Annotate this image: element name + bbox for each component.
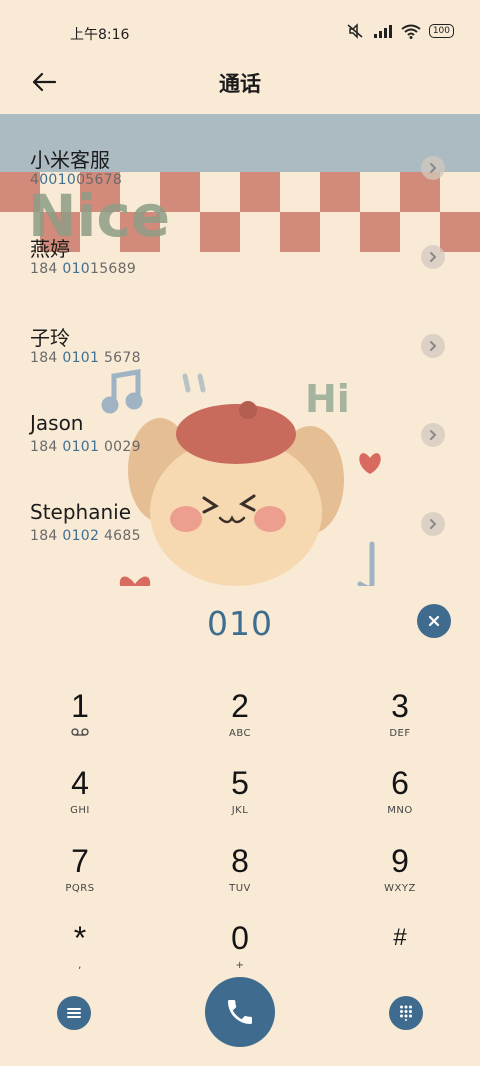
dial-input-row: 010 [0, 586, 480, 662]
contact-name: 子玲 [30, 326, 70, 350]
key-letters: , [78, 960, 82, 971]
contact-detail-button[interactable] [421, 423, 445, 447]
contact-name: 燕婷 [30, 237, 70, 261]
key-letters: GHI [70, 805, 90, 816]
key-digit: 8 [231, 843, 249, 879]
contact-list[interactable]: Nice Hi 小米客服 4001005678 燕婷 184 01015689 … [0, 114, 480, 586]
key-digit: 6 [391, 765, 409, 801]
keypad-toggle-button[interactable] [389, 996, 423, 1030]
header: 通话 [0, 62, 480, 114]
key-digit: # [393, 924, 407, 951]
key-digit: 7 [71, 843, 89, 879]
dialpad-icon [400, 1005, 412, 1021]
key-digit: * [73, 920, 87, 956]
contact-item[interactable]: 小米客服 4001005678 [0, 114, 480, 203]
status-time: 上午8:16 [70, 27, 130, 43]
chevron-right-icon [430, 519, 437, 529]
key-digit: 9 [391, 843, 409, 879]
key-6[interactable]: 6 MNO [340, 765, 460, 835]
key-8[interactable]: 8 TUV [180, 843, 300, 913]
contact-detail-button[interactable] [421, 334, 445, 358]
voicemail-icon [71, 728, 89, 736]
contact-item[interactable]: Stephanie 184 0102 4685 [0, 470, 480, 559]
key-digit: 1 [71, 688, 89, 724]
contact-number: 184 0101 5678 [30, 350, 141, 366]
contact-number: 184 01015689 [30, 261, 137, 277]
status-bar: 上午8:16 100 [0, 0, 480, 62]
contact-detail-button[interactable] [421, 156, 445, 180]
key-5[interactable]: 5 JKL [180, 765, 300, 835]
key-letters: ABC [228, 728, 251, 739]
mute-icon [347, 23, 363, 39]
menu-icon [67, 1008, 81, 1018]
contact-name: 小米客服 [30, 148, 110, 172]
key-digit: 5 [231, 765, 249, 801]
key-7[interactable]: 7 PQRS [20, 843, 140, 913]
dialed-number[interactable]: 010 [0, 604, 480, 643]
menu-button[interactable] [57, 996, 91, 1030]
key-digit: 4 [71, 765, 89, 801]
contact-number: 184 0101 0029 [30, 439, 141, 455]
contact-item[interactable]: Jason 184 0101 0029 [0, 381, 480, 470]
phone-icon [228, 1000, 252, 1024]
contact-item[interactable]: 燕婷 184 01015689 [0, 203, 480, 292]
key-1[interactable]: 1 [20, 688, 140, 758]
clear-button[interactable] [417, 604, 451, 638]
key-letters: MNO [387, 805, 413, 816]
key-digit: 0 [231, 920, 249, 956]
key-digit: 3 [391, 688, 409, 724]
key-letters: TUV [229, 883, 251, 894]
key-digit: 2 [231, 688, 249, 724]
contact-detail-button[interactable] [421, 245, 445, 269]
contact-number: 4001005678 [30, 172, 123, 188]
key-letters: JKL [231, 805, 249, 816]
signal-icon [373, 25, 392, 38]
contact-name: Jason [30, 411, 84, 435]
battery-icon: 100 [428, 24, 454, 38]
status-icons: 100 [345, 23, 454, 39]
contact-detail-button[interactable] [421, 512, 445, 536]
contact-number: 184 0102 4685 [30, 528, 141, 544]
key-2[interactable]: 2 ABC [180, 688, 300, 758]
key-9[interactable]: 9 WXYZ [340, 843, 460, 913]
chevron-right-icon [430, 341, 437, 351]
key-letters: PQRS [65, 883, 95, 894]
chevron-right-icon [430, 252, 437, 262]
contact-item[interactable]: 子玲 184 0101 5678 [0, 292, 480, 381]
bottom-bar [0, 974, 480, 1066]
close-icon [428, 615, 440, 627]
chevron-right-icon [430, 430, 437, 440]
key-letters: + [235, 960, 245, 971]
call-button[interactable] [205, 977, 275, 1047]
key-letters: WXYZ [384, 883, 416, 894]
wifi-icon [401, 24, 421, 39]
page-title: 通话 [219, 72, 261, 96]
key-3[interactable]: 3 DEF [340, 688, 460, 758]
key-letters: DEF [389, 728, 411, 739]
contact-name: Stephanie [30, 500, 132, 524]
chevron-right-icon [430, 163, 437, 173]
key-4[interactable]: 4 GHI [20, 765, 140, 835]
